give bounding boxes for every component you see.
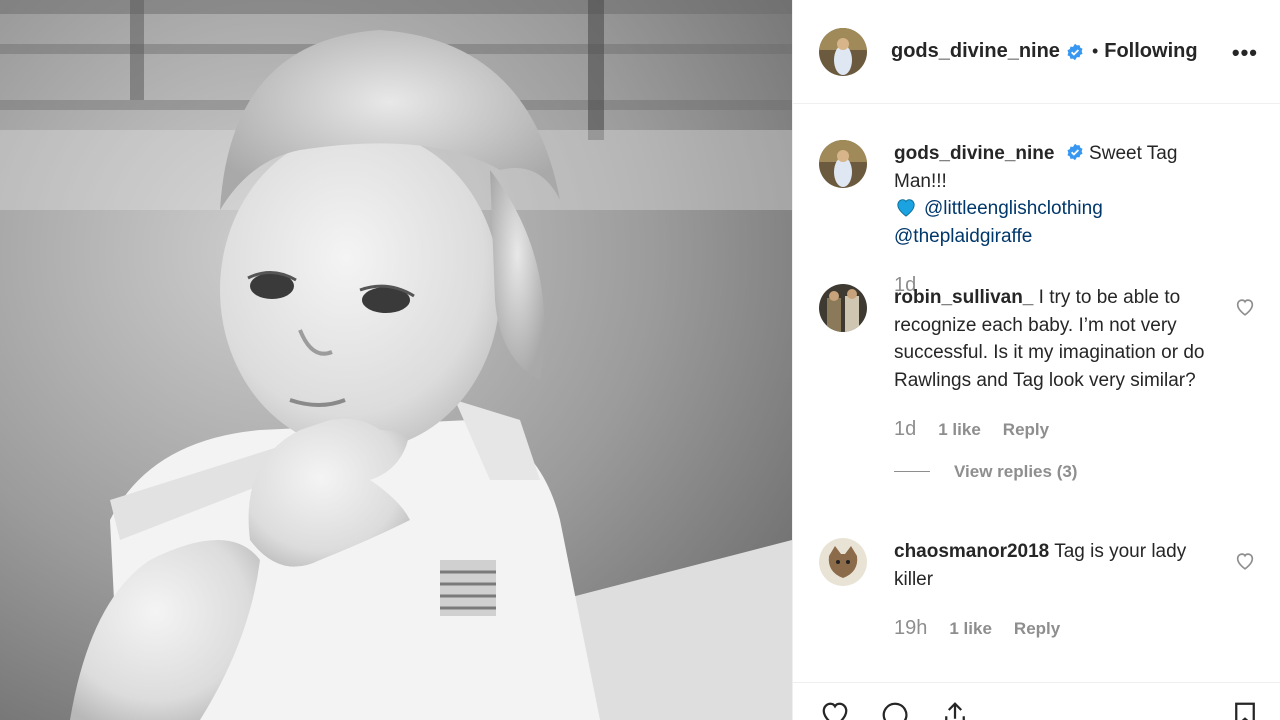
commenter-avatar[interactable] [819, 538, 867, 586]
mention-link[interactable]: @littleenglishclothing [924, 198, 1103, 219]
post-header: gods_divine_nine • Following ••• [793, 0, 1280, 104]
comment-icon[interactable] [877, 700, 913, 720]
avatar-image [819, 27, 867, 76]
caption: gods_divine_nine Sweet Tag Man!!! @littl… [819, 140, 1280, 300]
blue-heart-icon [897, 199, 915, 217]
view-replies-button[interactable]: View replies (3) [894, 458, 1214, 486]
post-actions-bar [793, 682, 1280, 720]
caption-username[interactable]: gods_divine_nine [894, 143, 1054, 164]
comment-item: robin_sullivan_ I try to be able to reco… [819, 284, 1280, 485]
replies-divider [894, 470, 930, 472]
following-button[interactable]: Following [1104, 40, 1197, 63]
comment-item: chaosmanor2018 Tag is your lady killer 1… [819, 538, 1280, 643]
reply-button[interactable]: Reply [1003, 416, 1049, 444]
post-side-panel: gods_divine_nine • Following ••• gods_di… [792, 0, 1280, 720]
caption-body: gods_divine_nine Sweet Tag Man!!! @littl… [894, 140, 1214, 300]
like-icon[interactable] [817, 700, 853, 720]
avatar-image [819, 538, 867, 586]
mention-link[interactable]: @theplaidgiraffe [894, 226, 1032, 247]
comment-likes[interactable]: 1 like [949, 615, 992, 643]
like-comment-heart-icon[interactable] [1234, 296, 1256, 318]
view-replies-label: View replies (3) [954, 461, 1078, 481]
more-options-icon[interactable]: ••• [1232, 40, 1258, 66]
author-avatar[interactable] [819, 27, 867, 76]
caption-avatar[interactable] [819, 140, 867, 188]
verified-badge-icon [1067, 143, 1083, 161]
reply-button[interactable]: Reply [1014, 615, 1060, 643]
like-comment-heart-icon[interactable] [1234, 550, 1256, 572]
avatar-image [819, 140, 867, 188]
comment-meta: 19h 1 like Reply [894, 615, 1214, 643]
comment-body: robin_sullivan_ I try to be able to reco… [894, 284, 1214, 485]
save-icon[interactable] [1230, 700, 1260, 720]
verified-badge-icon [1067, 43, 1083, 60]
author-username[interactable]: gods_divine_nine [891, 40, 1060, 63]
header-separator: • [1091, 41, 1099, 61]
comment-likes[interactable]: 1 like [938, 416, 981, 444]
comments-list[interactable]: gods_divine_nine Sweet Tag Man!!! @littl… [793, 104, 1280, 682]
comment-timestamp[interactable]: 19h [894, 615, 927, 643]
toddler-photo-illustration [0, 0, 792, 720]
comment-username[interactable]: robin_sullivan_ [894, 287, 1033, 308]
comment-body: chaosmanor2018 Tag is your lady killer 1… [894, 538, 1214, 643]
comment-meta: 1d 1 like Reply [894, 416, 1214, 444]
share-icon[interactable] [937, 700, 973, 720]
comment-timestamp[interactable]: 1d [894, 416, 916, 444]
avatar-image [819, 284, 867, 332]
commenter-avatar[interactable] [819, 284, 867, 332]
comment-username[interactable]: chaosmanor2018 [894, 541, 1049, 562]
post-photo[interactable] [0, 0, 792, 720]
